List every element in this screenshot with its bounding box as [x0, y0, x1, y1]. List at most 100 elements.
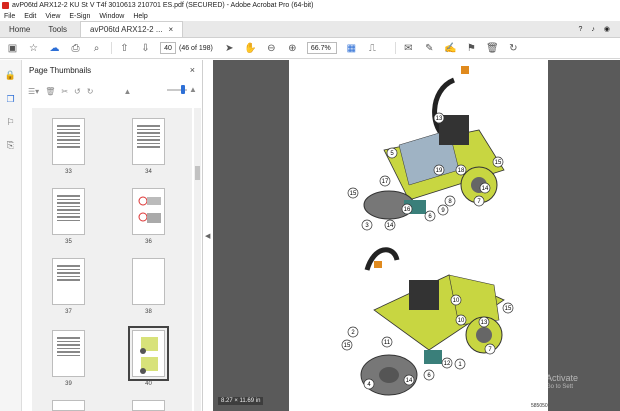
rotate-right-icon[interactable]: ↻ — [87, 87, 94, 96]
menu-window[interactable]: Window — [99, 13, 124, 20]
callout: 10 — [458, 318, 465, 324]
bell-icon[interactable]: ♪ — [591, 26, 595, 33]
callout: 17 — [382, 179, 389, 185]
thumbnail-label: 40 — [145, 381, 152, 387]
upload-icon[interactable]: ☁ — [48, 42, 61, 55]
callout: 14 — [387, 223, 394, 229]
callout: 15 — [350, 191, 357, 197]
highlight-pen-icon[interactable]: ✎ — [423, 42, 436, 55]
save-icon[interactable]: ▣ — [6, 42, 19, 55]
window-title: avP06td ARX12-2 KU St V T4f 3010613 2107… — [12, 2, 314, 9]
activation-watermark-title: Activate — [546, 373, 579, 383]
zoom-in-icon[interactable]: ⊕ — [286, 42, 299, 55]
zoom-dropdown[interactable]: 66.7% — [306, 42, 337, 54]
thumb-large-icon[interactable]: ▲ — [189, 85, 197, 94]
options-menu-icon[interactable]: ☰▾ — [28, 87, 39, 96]
thumbnail-label: 36 — [145, 239, 152, 245]
page-thumbnails-icon[interactable]: ❐ — [5, 94, 16, 105]
stamp-icon[interactable]: ⚑ — [465, 42, 478, 55]
thumbnail-machine-icon — [140, 337, 158, 374]
rotate-icon[interactable]: ↻ — [507, 42, 520, 55]
scrollbar-thumb[interactable] — [195, 166, 200, 180]
thumbnail-39[interactable] — [52, 330, 85, 377]
panel-title: Page Thumbnails — [29, 66, 92, 75]
tab-tools[interactable]: Tools — [39, 21, 76, 37]
callout: 13 — [481, 320, 488, 326]
page-down-icon[interactable]: ⇩ — [139, 42, 152, 55]
page-count: (46 of 198) — [179, 44, 213, 52]
search-zoom-icon[interactable]: ⌕ — [90, 42, 103, 55]
callout: 18 — [458, 168, 465, 174]
tab-close-icon[interactable]: × — [169, 25, 174, 34]
thumbnail-35[interactable] — [52, 188, 85, 235]
thumbnail-label: 33 — [65, 169, 72, 175]
callout: 15 — [505, 306, 512, 312]
thumbnail-36[interactable] — [132, 188, 165, 235]
attachment-icon[interactable]: ⎘ — [5, 140, 16, 151]
delete-icon[interactable]: 🗑 — [486, 42, 499, 55]
panel-close-icon[interactable]: × — [190, 65, 195, 75]
scroll-mode-icon[interactable]: ⎍ — [366, 42, 379, 55]
bookmark-icon[interactable]: ⚐ — [5, 117, 16, 128]
help-icon[interactable]: ? — [578, 26, 582, 33]
thumbnail-40[interactable] — [128, 326, 169, 381]
main-toolbar: ▣ ☆ ☁ ⎙ ⌕ ⇧ ⇩ 40 (46 of 198) ➤ ✋ ⊖ ⊕ 66.… — [0, 38, 620, 59]
machine-illustration: 13 5 18 19 15 17 14 15 9 7 8 6 16 3 14 1… — [341, 66, 514, 396]
callout: 16 — [404, 207, 411, 213]
fit-page-icon[interactable]: ▦ — [345, 42, 358, 55]
draw-icon[interactable]: ✍ — [444, 42, 457, 55]
thumbnail-41[interactable] — [52, 400, 85, 411]
thumbnail-diagram-icon — [138, 196, 161, 223]
rotate-left-icon[interactable]: ↺ — [74, 87, 81, 96]
menu-esign[interactable]: E-Sign — [69, 13, 90, 20]
thumbnails-list: 33 34 35 36 37 38 39 40 — [32, 108, 192, 411]
toolbar-separator-2 — [394, 42, 396, 54]
activation-watermark-sub: Go to Sett — [546, 384, 574, 390]
bookmark-star-icon[interactable]: ☆ — [27, 42, 40, 55]
thumbnail-42[interactable] — [132, 400, 165, 411]
callout: 14 — [482, 186, 489, 192]
tab-bar: Home Tools avP06td ARX12-2 ... × ? ♪ ◉ — [0, 21, 620, 38]
callout: 12 — [444, 361, 451, 367]
lock-icon[interactable]: 🔒 — [5, 70, 16, 81]
title-bar: avP06td ARX12-2 KU St V T4f 3010613 2107… — [0, 0, 620, 11]
menu-file[interactable]: File — [4, 13, 15, 20]
callout: 14 — [406, 378, 413, 384]
callout: 15 — [344, 343, 351, 349]
user-icon[interactable]: ◉ — [604, 25, 610, 33]
thumbnail-38[interactable] — [132, 258, 165, 305]
document-id: 585050 — [531, 403, 548, 409]
collapse-panel-icon[interactable]: ◀ — [205, 232, 210, 240]
menu-help[interactable]: Help — [133, 13, 147, 20]
thumbnail-34[interactable] — [132, 118, 165, 165]
thumbnail-label: 39 — [65, 381, 72, 387]
page-up-icon[interactable]: ⇧ — [118, 42, 131, 55]
tab-document[interactable]: avP06td ARX12-2 ... × — [80, 21, 184, 37]
thumbnail-37[interactable] — [52, 258, 85, 305]
callout: 19 — [436, 168, 443, 174]
tab-document-label: avP06td ARX12-2 ... — [90, 25, 163, 34]
page-number-input[interactable]: 40 — [160, 42, 176, 54]
print-icon[interactable]: ⎙ — [69, 42, 82, 55]
comment-icon[interactable]: ✉ — [402, 42, 415, 55]
slider-knob[interactable] — [181, 85, 185, 94]
hand-icon[interactable]: ✋ — [244, 42, 257, 55]
select-cursor-icon[interactable]: ➤ — [223, 42, 236, 55]
zoom-out-icon[interactable]: ⊖ — [265, 42, 278, 55]
thumbnail-33[interactable] — [52, 118, 85, 165]
document-area[interactable]: 13 5 18 19 15 17 14 15 9 7 8 6 16 3 14 1… — [213, 60, 620, 411]
thumbnail-label: 35 — [65, 239, 72, 245]
tab-home[interactable]: Home — [0, 21, 39, 37]
page-size-badge: 8.27 × 11.69 in — [218, 397, 264, 405]
thumb-small-icon[interactable]: ▲ — [123, 87, 131, 96]
pdf-page[interactable]: 13 5 18 19 15 17 14 15 9 7 8 6 16 3 14 1… — [289, 60, 548, 411]
roller-top — [363, 66, 505, 220]
callout: 15 — [495, 160, 502, 166]
thumbnails-scrollbar[interactable] — [194, 108, 201, 411]
thumbnails-panel: Page Thumbnails × ☰▾ 🗑 ✂ ↺ ↻ ▲ ▲ 33 34 3… — [22, 60, 203, 411]
extract-page-icon[interactable]: ✂ — [61, 87, 68, 96]
menu-view[interactable]: View — [45, 13, 60, 20]
delete-page-icon[interactable]: 🗑 — [45, 87, 55, 96]
thumbnail-label: 34 — [145, 169, 152, 175]
menu-edit[interactable]: Edit — [24, 13, 36, 20]
